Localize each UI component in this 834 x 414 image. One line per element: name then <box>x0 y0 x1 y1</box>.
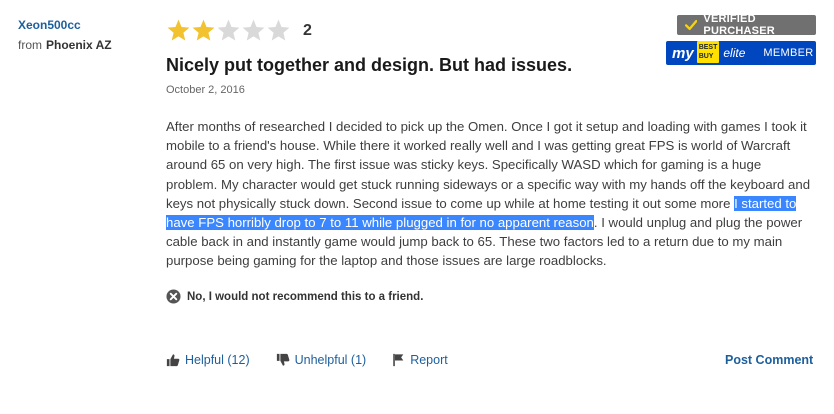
review-body-text: After months of researched I decided to … <box>166 119 811 211</box>
report-label: Report <box>410 353 448 367</box>
review-actions: Helpful (12) Unhelpful (1) Report <box>166 353 474 367</box>
best-buy-tag-logo: BEST BUY <box>696 41 720 63</box>
flag-icon <box>393 353 404 367</box>
post-comment-link[interactable]: Post Comment <box>725 353 813 367</box>
rating-value: 2 <box>303 22 312 39</box>
review-body: After months of researched I decided to … <box>166 117 811 271</box>
thumbs-up-icon <box>166 354 180 367</box>
helpful-button[interactable]: Helpful (12) <box>166 353 250 367</box>
elite-label: elite <box>723 46 746 60</box>
unhelpful-label: Unhelpful (1) <box>294 353 367 367</box>
star-filled-icon <box>192 19 215 41</box>
thumbs-down-icon <box>276 353 290 366</box>
reviewer-location: from Phoenix AZ <box>18 38 112 52</box>
star-empty-icon <box>242 19 265 41</box>
verified-purchaser-badge: VERIFIED PURCHASER <box>677 13 816 37</box>
star-empty-icon <box>217 19 240 41</box>
verified-label: VERIFIED PURCHASER <box>703 13 775 37</box>
checkmark-icon <box>685 19 698 31</box>
star-empty-icon <box>267 19 290 41</box>
review-date: October 2, 2016 <box>166 84 245 96</box>
recommendation-text: No, I would not recommend this to a frie… <box>187 290 424 303</box>
location-value: Phoenix AZ <box>46 38 112 52</box>
helpful-label: Helpful (12) <box>185 353 250 367</box>
x-circle-icon <box>166 289 181 304</box>
from-label: from <box>18 38 42 52</box>
member-label: MEMBER <box>763 47 814 59</box>
star-filled-icon <box>167 19 190 41</box>
recommendation: No, I would not recommend this to a frie… <box>166 289 423 304</box>
review-title: Nicely put together and design. But had … <box>166 55 573 75</box>
reviewer-name[interactable]: Xeon500cc <box>18 18 81 32</box>
report-button[interactable]: Report <box>392 353 448 367</box>
star-rating <box>166 18 291 43</box>
unhelpful-button[interactable]: Unhelpful (1) <box>276 353 367 367</box>
my-label: my <box>672 44 694 62</box>
my-best-buy-elite-badge: my BEST BUY elite MEMBER <box>666 41 816 65</box>
